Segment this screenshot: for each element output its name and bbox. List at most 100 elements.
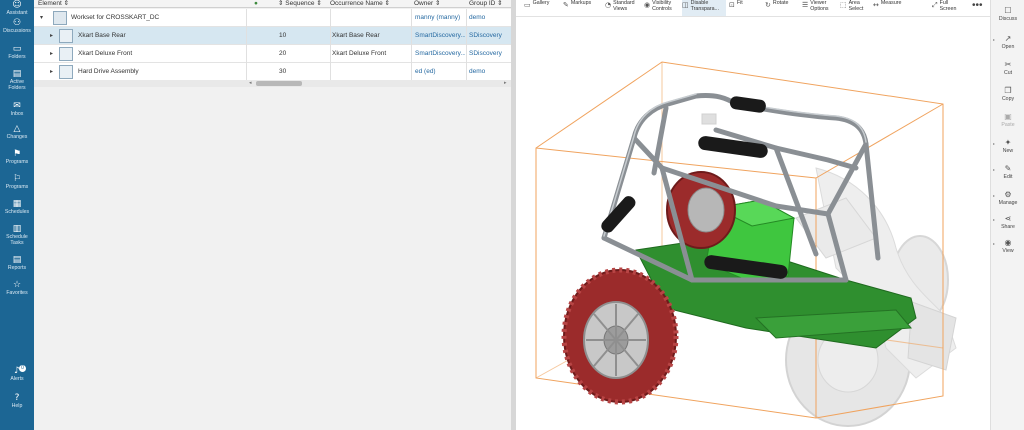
group-link[interactable]: demo: [469, 9, 509, 27]
nav-item-favorites[interactable]: ☆ Favorites: [0, 280, 34, 304]
standard-views-button[interactable]: ◔ Standard Views: [605, 0, 641, 16]
scrollbar-thumb[interactable]: [256, 81, 302, 86]
nav-item-programs-2[interactable]: ⚐ Programs: [0, 174, 34, 198]
group-link[interactable]: SDiscovery: [469, 45, 509, 63]
expand-icon[interactable]: ▸: [50, 27, 53, 45]
share-button[interactable]: ▸ ⋖ Share: [991, 214, 1024, 236]
gallery-button[interactable]: ▭ Gallery: [524, 0, 558, 16]
help-icon: ?: [14, 393, 20, 403]
inbox-icon: ✉: [13, 101, 21, 111]
manage-button[interactable]: ▸ ⚙ Manage: [991, 190, 1024, 212]
nav-item-inbox[interactable]: ✉ Inbox: [0, 101, 34, 125]
expand-caret-icon: ▸: [993, 141, 996, 146]
copy-button[interactable]: ❐ Copy: [991, 86, 1024, 108]
nav-item-reports[interactable]: ▤ Reports: [0, 255, 34, 279]
3d-viewport[interactable]: [516, 18, 990, 430]
new-button[interactable]: ▸ ✦ New: [991, 138, 1024, 160]
column-divider: [246, 9, 247, 27]
table-header: Element ⇕ ● ⇕ Sequence ⇕ Occurrence Name…: [34, 0, 511, 8]
nav-item-schedules[interactable]: ▦ Schedules: [0, 199, 34, 223]
nav-item-schedule-tasks[interactable]: ▥ Schedule Tasks: [0, 224, 34, 254]
scroll-left-icon[interactable]: ◂: [249, 80, 252, 87]
nav-item-programs[interactable]: ⚑ Programs: [0, 149, 34, 173]
scissors-icon: ✂: [1004, 60, 1012, 69]
view-button[interactable]: ▸ ◉ View: [991, 238, 1024, 260]
expand-caret-icon: ▸: [993, 37, 996, 42]
standard-views-icon: ◔: [605, 1, 612, 9]
table-row[interactable]: ▸ Xkart Base Rear 10 Xkart Base Rear Sma…: [34, 27, 511, 45]
nav-item-alerts[interactable]: ♪ 0 Alerts: [0, 365, 34, 390]
owner-link[interactable]: SmartDiscovery...: [415, 45, 465, 63]
viewer-options-button[interactable]: ☰ Viewer Options: [802, 0, 838, 16]
command-bar: ☐ Discuss ▸ ↗ Open ✂ Cut ❐ Copy ▣ Paste …: [990, 0, 1024, 430]
group-link[interactable]: demo: [469, 63, 509, 81]
paste-button[interactable]: ▣ Paste: [991, 112, 1024, 134]
open-button[interactable]: ▸ ↗ Open: [991, 34, 1024, 56]
schedule-tasks-icon: ▥: [12, 224, 22, 234]
visibility-controls-button[interactable]: ◉ Visibility Controls: [644, 0, 680, 16]
favorites-icon: ☆: [12, 280, 22, 290]
part-thumbnail-icon: [59, 29, 73, 43]
nav-item-discussions[interactable]: ⚇ Discussions: [0, 18, 34, 42]
owner-link[interactable]: SmartDiscovery...: [415, 27, 465, 45]
column-divider: [246, 27, 247, 45]
column-divider: [246, 45, 247, 63]
measure-button[interactable]: ↔ Measure: [873, 0, 917, 16]
viewer-options-icon: ☰: [802, 1, 809, 9]
folders-icon: ▭: [12, 44, 22, 54]
column-divider: [411, 27, 412, 45]
expand-icon[interactable]: ▸: [50, 63, 53, 81]
owner-link[interactable]: ed (ed): [415, 63, 465, 81]
fit-button[interactable]: ⊡ Fit: [729, 0, 751, 16]
nav-item-changes[interactable]: △ Changes: [0, 124, 34, 148]
column-divider: [330, 63, 331, 81]
expand-icon[interactable]: ▸: [50, 45, 53, 63]
full-screen-icon: ⤢: [932, 1, 938, 9]
pencil-icon: ✎: [1004, 164, 1012, 173]
column-header-occurrence-name[interactable]: Occurrence Name ⇕: [330, 0, 390, 8]
markups-icon: ✎: [563, 1, 569, 9]
nav-item-active-folders[interactable]: ▤ Active Folders: [0, 69, 34, 99]
column-divider: [466, 27, 467, 45]
full-screen-button[interactable]: ⤢ Full Screen: [932, 0, 964, 16]
scroll-right-icon[interactable]: ▸: [504, 80, 507, 87]
horizontal-scrollbar[interactable]: ◂ ▸: [34, 80, 511, 87]
column-header-group-id[interactable]: Group ID ⇕: [469, 0, 503, 8]
area-select-button[interactable]: ⬚ Area Select: [840, 0, 870, 16]
owner-link[interactable]: manny (manny): [415, 9, 467, 27]
cut-button[interactable]: ✂ Cut: [991, 60, 1024, 82]
rotate-button[interactable]: ↻ Rotate: [765, 0, 797, 16]
status-column-icon[interactable]: ●: [254, 0, 264, 8]
measure-icon: ↔: [873, 1, 879, 9]
column-header-owner[interactable]: Owner ⇕: [414, 0, 440, 8]
visibility-controls-icon: ◉: [644, 1, 651, 9]
markups-button[interactable]: ✎ Markups: [563, 0, 601, 16]
new-icon: ✦: [1004, 138, 1012, 147]
fit-icon: ⊡: [729, 1, 735, 9]
3d-model-render: [535, 61, 957, 427]
disable-transparency-button[interactable]: ◫ Disable Transpara...: [682, 0, 726, 16]
discuss-button[interactable]: ☐ Discuss: [991, 6, 1024, 28]
column-divider: [466, 45, 467, 63]
workset-icon: [53, 11, 67, 25]
edit-button[interactable]: ▸ ✎ Edit: [991, 164, 1024, 186]
column-header-sequence[interactable]: ⇕ Sequence ⇕: [278, 0, 322, 8]
assistant-icon: ☺: [12, 0, 22, 10]
column-divider: [466, 9, 467, 27]
more-options-icon[interactable]: •••: [972, 0, 983, 12]
rotate-icon: ↻: [765, 1, 771, 9]
open-icon: ↗: [1004, 34, 1012, 43]
group-link[interactable]: SDiscovery: [469, 27, 509, 45]
column-header-element[interactable]: Element ⇕: [38, 0, 69, 8]
collapse-icon[interactable]: ▾: [40, 9, 43, 27]
nav-item-folders[interactable]: ▭ Folders: [0, 44, 34, 68]
schedules-icon: ▦: [12, 199, 22, 209]
share-icon: ⋖: [1004, 214, 1012, 223]
column-divider: [246, 63, 247, 81]
table-row[interactable]: ▾ Workset for CROSSKART_DC manny (manny)…: [34, 9, 511, 27]
table-row[interactable]: ▸ Xkart Deluxe Front 20 Xkart Deluxe Fro…: [34, 45, 511, 63]
active-folders-icon: ▤: [12, 69, 22, 79]
nav-item-help[interactable]: ? Help: [0, 393, 34, 417]
paste-icon: ▣: [1004, 112, 1012, 121]
table-row[interactable]: ▸ Hard Drive Assembly 30 ed (ed) demo: [34, 63, 511, 81]
